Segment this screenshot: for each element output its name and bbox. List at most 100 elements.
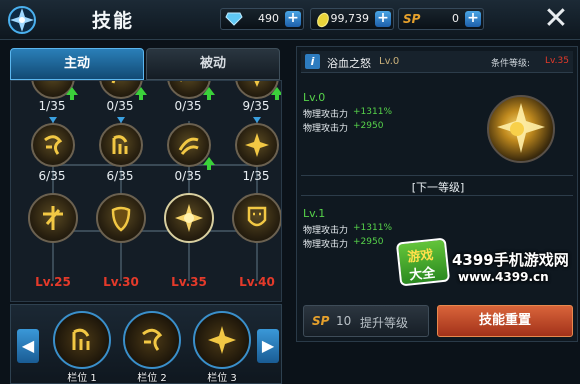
watermark-logo: 游戏 大全: [395, 237, 451, 287]
skill-wind-icon: [180, 81, 182, 82]
watermark-site-url: www.4399.cn: [458, 270, 549, 284]
skill-name: 浴血之怒: [327, 57, 371, 70]
skill-claw-icon: [111, 81, 116, 84]
skill-level-text: 6/35: [38, 169, 66, 183]
divider: [301, 195, 573, 196]
diamond-icon: [225, 12, 243, 26]
selected-skill-icon: [487, 95, 555, 163]
diamond-value: 490: [258, 12, 279, 25]
required-level-label: 条件等级:: [491, 59, 531, 69]
skill-rune-icon: [142, 328, 163, 351]
skill-slot-2[interactable]: 栏位 2: [123, 311, 181, 384]
slot-label: 栏位 3: [207, 373, 237, 384]
tab-active-skills[interactable]: 主动: [10, 48, 144, 80]
skill-rune-icon: [44, 135, 63, 155]
sp-cost-value: 10: [336, 314, 352, 328]
add-coins-button[interactable]: +: [375, 11, 391, 27]
stat-value: +1311%: [353, 223, 392, 233]
skill-unlock-level: Lv.40: [239, 275, 275, 289]
skill-node-selected[interactable]: [164, 193, 214, 243]
upgrade-arrow-icon: [207, 165, 211, 170]
sp-value: 0: [452, 12, 459, 25]
top-bar: 技能 490 + 99,739 + SP 0 + ✕: [0, 0, 580, 40]
next-level-label: Lv.1: [303, 207, 326, 220]
tree-connectors: [52, 121, 258, 281]
stat-value: +2950: [353, 237, 384, 247]
add-diamonds-button[interactable]: +: [285, 11, 301, 27]
reset-skills-button[interactable]: 技能重置: [437, 305, 573, 337]
skill-node[interactable]: [28, 193, 78, 243]
skill-detail-panel: i 浴血之怒 Lv.0 条件等级: Lv.35 Lv.0 物理攻击力 +1311…: [296, 46, 578, 342]
skill-current-level: Lv.0: [379, 56, 400, 67]
skill-level-text: 9/35: [242, 99, 270, 113]
skill-unlock-level: Lv.30: [103, 275, 139, 289]
skill-tree-panel: 主动 被动 1/35 0/35 0/35 9/35 6/35 6/35 0/35…: [6, 42, 284, 384]
upgrade-skill-button[interactable]: SP 10 提升等级: [303, 305, 429, 337]
upgrade-label: 提升等级: [360, 316, 409, 330]
skill-burst-icon: [208, 326, 236, 354]
skill-node[interactable]: [31, 123, 75, 167]
upgrade-arrow-icon: [66, 87, 78, 95]
upgrade-arrow-icon: [139, 95, 143, 100]
skill-node[interactable]: [232, 193, 281, 243]
skill-level-text: 0/35: [106, 99, 134, 113]
slot-next-button[interactable]: ▶: [257, 329, 279, 363]
skill-sword-icon: [43, 206, 63, 230]
skill-tree: 1/35 0/35 0/35 9/35 6/35 6/35 0/35 1/35 …: [10, 80, 282, 302]
upgrade-arrow-icon: [275, 95, 279, 100]
divider: [301, 175, 573, 176]
skill-burst-icon: [245, 133, 269, 157]
skill-rage-icon: [175, 204, 203, 232]
slot-label: 栏位 2: [137, 373, 167, 384]
skill-node[interactable]: [235, 123, 279, 167]
next-level-heading: [下一等级]: [411, 181, 465, 194]
stat-name: 物理攻击力: [303, 226, 349, 236]
skill-level-text: 0/35: [174, 99, 202, 113]
stat-name: 物理攻击力: [303, 240, 349, 250]
coin-value: 99,739: [330, 12, 370, 25]
skill-node[interactable]: [99, 123, 143, 167]
skill-slot-3[interactable]: 栏位 3: [193, 311, 251, 384]
upgrade-arrow-icon: [203, 87, 215, 95]
skill-slot-1[interactable]: 栏位 1: [53, 311, 111, 384]
sp-label: SP: [403, 12, 421, 26]
required-level-value: Lv.35: [545, 56, 569, 66]
tab-passive-skills[interactable]: 被动: [146, 48, 280, 80]
skill-burst-icon: [254, 81, 260, 87]
coin-icon: [317, 12, 329, 28]
watermark-site-name: 4399手机游戏网: [452, 251, 569, 269]
watermark-badge-bottom: 大全: [408, 265, 437, 284]
sp-cost-icon: SP: [312, 314, 330, 328]
skill-level-text: 1/35: [242, 169, 270, 183]
upgrade-arrow-icon: [135, 87, 147, 95]
skill-shield-icon: [111, 206, 131, 232]
skill-node[interactable]: [96, 193, 146, 243]
close-icon[interactable]: ✕: [541, 4, 571, 34]
stat-value: +2950: [353, 121, 384, 131]
stat-name: 物理攻击力: [303, 124, 349, 134]
upgrade-arrow-icon: [70, 95, 74, 100]
stat-name: 物理攻击力: [303, 110, 349, 120]
diamond-counter: 490 +: [220, 8, 304, 30]
skill-slot-bar: ◀ 栏位 1 栏位 2 栏位 3 ▶: [10, 304, 282, 384]
skill-unlock-level: Lv.25: [35, 275, 71, 289]
current-level-heading: Lv.0: [303, 91, 326, 104]
skill-level-text: 1/35: [38, 99, 66, 113]
skill-level-text: 6/35: [106, 169, 134, 183]
skill-unlock-level: Lv.35: [171, 275, 207, 289]
skill-mask-icon: [247, 206, 267, 227]
skill-glyph-icon: [72, 328, 90, 350]
upgrade-arrow-icon: [207, 95, 211, 100]
slot-prev-button[interactable]: ◀: [17, 329, 39, 363]
add-sp-button[interactable]: +: [465, 11, 481, 27]
skill-level-text: 0/35: [174, 169, 202, 183]
sp-counter: SP 0 +: [398, 8, 484, 30]
upgrade-arrow-icon: [203, 157, 215, 165]
info-icon[interactable]: i: [305, 54, 320, 69]
menu-swirl-icon[interactable]: [2, 0, 46, 40]
skill-wind-icon: [178, 137, 199, 155]
stat-value: +1311%: [353, 107, 392, 117]
page-title: 技能: [92, 10, 135, 32]
skill-rune-icon: [39, 80, 67, 91]
slot-label: 栏位 1: [67, 373, 97, 384]
